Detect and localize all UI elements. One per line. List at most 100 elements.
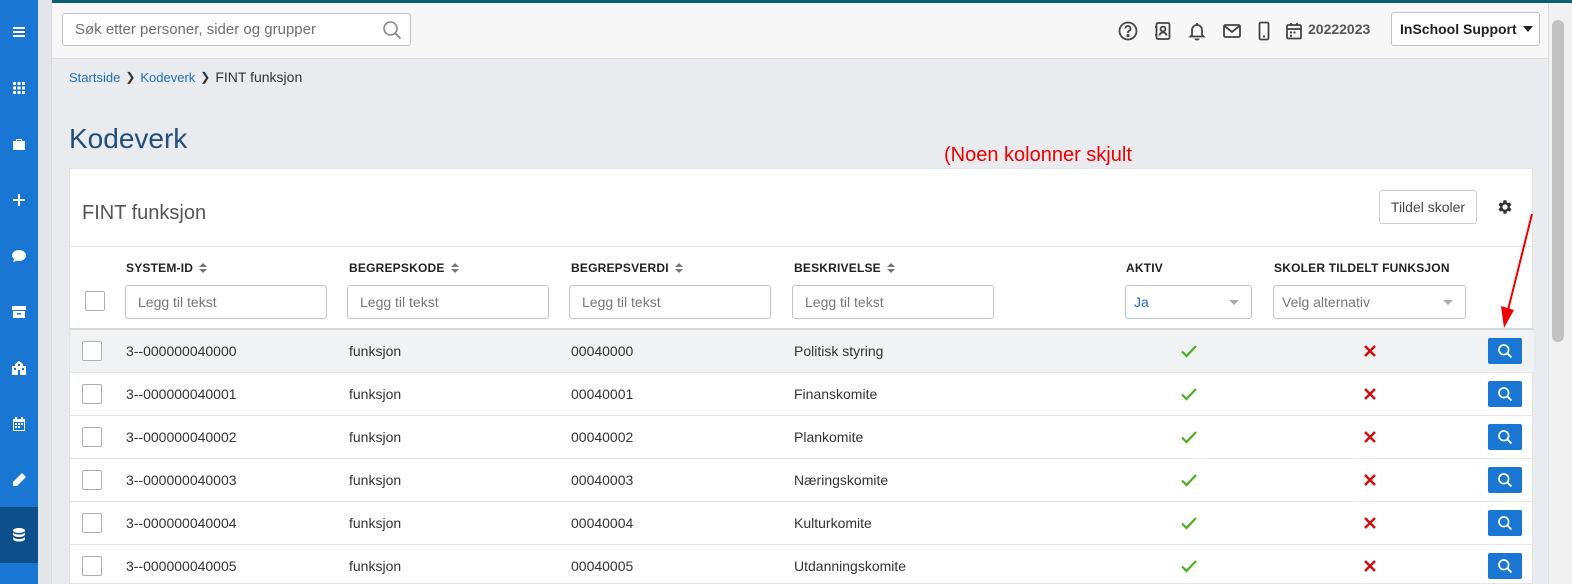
cell-beskrivelse: Utdanningskomite (794, 558, 907, 574)
search-icon (1498, 430, 1513, 445)
col-header-skoler: SKOLER TILDELT FUNKSJON (1274, 261, 1450, 275)
table-row[interactable]: 3--000000040001 funksjon 00040001 Finanskom… (70, 373, 1534, 416)
card-title: FINT funksjon (82, 202, 207, 224)
table-row[interactable]: 3--000000040000 funksjon 00040000 Politisk … (70, 330, 1534, 373)
view-row-button[interactable] (1488, 338, 1522, 364)
check-icon (1181, 517, 1197, 530)
table-row[interactable]: 3--000000040004 funksjon 00040004 Kulturkom… (70, 502, 1534, 545)
user-menu-label: InSchool Support (1400, 21, 1517, 37)
dropdown-arrow-icon (1229, 300, 1239, 305)
view-row-button[interactable] (1488, 381, 1522, 407)
cell-begrepskode: funksjon (349, 515, 402, 531)
cross-icon (1364, 388, 1376, 400)
apps-grid-icon[interactable] (0, 66, 38, 110)
view-row-button[interactable] (1488, 510, 1522, 536)
breadcrumb-startside[interactable]: Startside (69, 70, 120, 85)
table-row[interactable]: 3--000000040002 funksjon 00040002 Plankomit… (70, 416, 1534, 459)
school-year[interactable]: 20222023 (1308, 21, 1370, 37)
cell-beskrivelse: Finanskomite (794, 386, 878, 402)
check-icon (1181, 560, 1197, 573)
archive-icon[interactable] (0, 290, 38, 334)
calendar-icon[interactable] (1283, 20, 1305, 42)
select-placeholder: Velg alternativ (1282, 294, 1370, 310)
row-checkbox[interactable] (82, 470, 102, 490)
check-icon (1181, 345, 1197, 358)
calendar-icon[interactable] (0, 402, 38, 446)
mail-icon[interactable] (1221, 20, 1243, 42)
filter-skoler-select[interactable]: Velg alternativ (1273, 285, 1466, 319)
contacts-icon[interactable] (1152, 20, 1174, 42)
sort-icon[interactable] (450, 263, 459, 273)
cell-system-id: 3--000000040003 (126, 472, 237, 488)
col-header-label: SYSTEM-ID (126, 261, 194, 275)
row-checkbox[interactable] (82, 556, 102, 576)
assign-schools-button[interactable]: Tildel skoler (1379, 190, 1477, 224)
chat-bubble-icon[interactable] (0, 234, 38, 278)
sort-icon[interactable] (674, 263, 683, 273)
cross-icon (1364, 517, 1376, 529)
view-row-button[interactable] (1488, 553, 1522, 579)
cell-begrepskode: funksjon (349, 472, 402, 488)
sort-icon[interactable] (199, 263, 208, 273)
cell-beskrivelse: Næringskomite (794, 472, 889, 488)
cell-beskrivelse: Kulturkomite (794, 515, 872, 531)
menu-icon[interactable] (0, 10, 38, 54)
table-row[interactable]: 3--000000040005 funksjon 00040005 Utdanning… (70, 545, 1534, 584)
cell-begrepsverdi: 00040000 (571, 343, 634, 359)
phone-icon[interactable] (1253, 20, 1275, 42)
search-icon (1498, 516, 1513, 531)
col-header-begrepsverdi[interactable]: BEGREPSVERDI (571, 261, 683, 275)
breadcrumb-kodeverk[interactable]: Kodeverk (140, 70, 195, 85)
view-row-button[interactable] (1488, 424, 1522, 450)
cell-begrepskode: funksjon (349, 343, 402, 359)
cell-begrepskode: funksjon (349, 429, 402, 445)
col-header-label: AKTIV (1126, 261, 1163, 275)
col-header-beskrivelse[interactable]: BESKRIVELSE (794, 261, 895, 275)
bell-icon[interactable] (1186, 20, 1208, 42)
annotation-arrow (1501, 213, 1533, 328)
page-title: Kodeverk (69, 123, 188, 154)
check-icon (1181, 388, 1197, 401)
select-all-checkbox[interactable] (85, 291, 105, 311)
check-icon (1181, 431, 1197, 444)
cell-begrepskode: funksjon (349, 558, 402, 574)
top-header: 20222023 InSchool Support (52, 3, 1548, 59)
select-value: Ja (1134, 294, 1149, 310)
cross-icon (1364, 560, 1376, 572)
global-search (62, 13, 411, 46)
row-checkbox[interactable] (82, 427, 102, 447)
chevron-right-icon: ❯ (125, 70, 136, 84)
filter-begrepsverdi-input[interactable] (569, 285, 771, 319)
database-icon[interactable] (0, 507, 38, 563)
cell-system-id: 3--000000040002 (126, 429, 237, 445)
user-menu-button[interactable]: InSchool Support (1391, 12, 1540, 46)
filter-aktiv-select[interactable]: Ja (1125, 285, 1252, 319)
pencil-icon[interactable] (0, 458, 38, 502)
cell-system-id: 3--000000040000 (126, 343, 237, 359)
cell-begrepsverdi: 00040004 (571, 515, 634, 531)
school-building-icon[interactable] (0, 346, 38, 390)
filter-begrepskode-input[interactable] (347, 285, 549, 319)
col-header-label: BEGREPSKODE (349, 261, 445, 275)
cell-begrepsverdi: 00040001 (571, 386, 634, 402)
filter-beskrivelse-input[interactable] (792, 285, 994, 319)
help-icon[interactable] (1117, 20, 1139, 42)
cell-begrepsverdi: 00040003 (571, 472, 634, 488)
search-input[interactable] (63, 14, 363, 45)
row-checkbox[interactable] (82, 341, 102, 361)
scrollbar-thumb[interactable] (1552, 20, 1564, 342)
search-icon[interactable] (382, 20, 402, 40)
cell-system-id: 3--000000040001 (126, 386, 237, 402)
row-checkbox[interactable] (82, 513, 102, 533)
view-row-button[interactable] (1488, 467, 1522, 493)
card-divider (70, 246, 1534, 247)
row-checkbox[interactable] (82, 384, 102, 404)
sort-icon[interactable] (886, 263, 895, 273)
col-header-system-id[interactable]: SYSTEM-ID (126, 261, 208, 275)
plus-icon[interactable] (0, 178, 38, 222)
col-header-begrepskode[interactable]: BEGREPSKODE (349, 261, 459, 275)
filter-system-id-input[interactable] (125, 285, 327, 319)
table-row[interactable]: 3--000000040003 funksjon 00040003 Næringsko… (70, 459, 1534, 502)
briefcase-icon[interactable] (0, 122, 38, 166)
cell-begrepsverdi: 00040002 (571, 429, 634, 445)
